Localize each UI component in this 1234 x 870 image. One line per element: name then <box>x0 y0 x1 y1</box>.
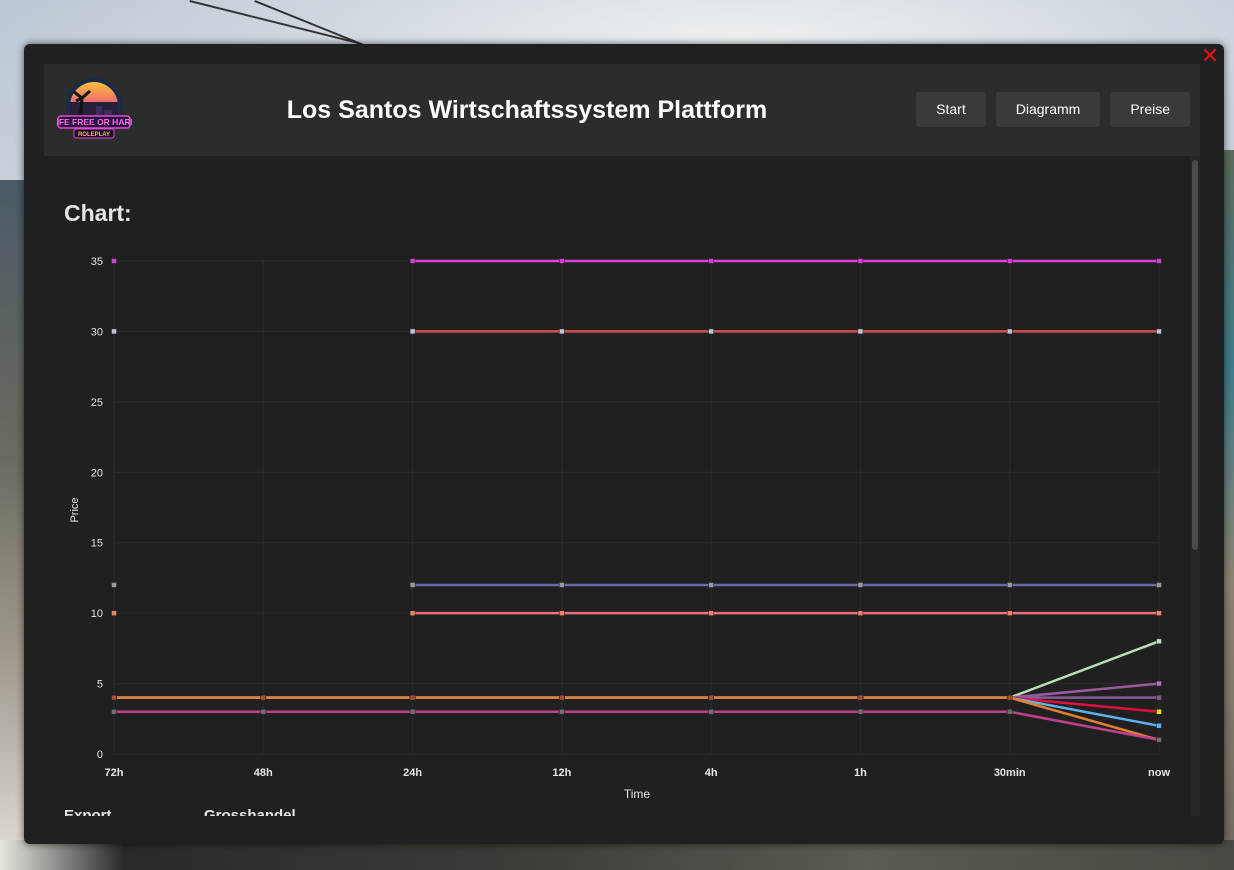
data-point <box>409 258 416 264</box>
data-point <box>1156 582 1162 588</box>
nav-preise-button[interactable]: Preise <box>1110 92 1190 127</box>
data-point <box>111 610 117 616</box>
x-tick-label: 24h <box>403 767 422 779</box>
x-tick-label: now <box>1148 767 1170 779</box>
data-point <box>1006 610 1013 616</box>
data-point <box>409 694 416 701</box>
data-point <box>1156 638 1162 645</box>
data-point <box>1156 610 1162 616</box>
data-point <box>1006 708 1013 715</box>
y-tick-label: 30 <box>91 326 103 338</box>
price-chart: 05101520253035 72h 48h 24h 12h 4h 1h 30min now … <box>69 256 1171 801</box>
data-point <box>708 694 714 701</box>
data-point <box>708 708 714 715</box>
data-point <box>857 258 864 264</box>
data-point <box>559 328 565 335</box>
series-line <box>114 682 1160 699</box>
data-point <box>1156 680 1162 687</box>
data-point <box>111 708 117 715</box>
x-axis-label: Time <box>624 787 651 801</box>
y-tick-label: 10 <box>91 608 103 620</box>
data-point <box>857 694 864 701</box>
data-point <box>559 582 565 588</box>
y-tick-label: 25 <box>91 397 103 409</box>
y-axis: 0 5 10 15 20 25 30 35 <box>91 256 103 761</box>
data-point <box>1156 328 1162 335</box>
close-icon[interactable]: ✕ <box>1200 45 1220 67</box>
page-title: Los Santos Wirtschaftssystem Plattform <box>286 95 768 124</box>
data-point <box>1006 694 1013 701</box>
scrollbar[interactable] <box>1190 156 1200 816</box>
data-point <box>111 582 117 588</box>
data-point <box>857 610 864 616</box>
data-point <box>1156 723 1162 729</box>
data-point <box>559 708 565 715</box>
grosshandel-heading: Grosshandel <box>204 807 296 816</box>
background-bottom <box>0 840 1234 870</box>
x-tick-label: 72h <box>105 767 124 779</box>
y-tick-label: 35 <box>91 256 103 268</box>
data-point <box>559 694 565 701</box>
x-tick-label: 4h <box>705 767 718 779</box>
x-tick-label: 12h <box>552 767 571 779</box>
data-point <box>1156 708 1162 715</box>
series-line <box>114 640 1160 699</box>
series-line <box>114 696 1160 742</box>
data-point <box>559 610 565 616</box>
data-point <box>857 582 864 588</box>
nav-bar: Start Diagramm Preise <box>916 92 1190 127</box>
x-tick-label: 30min <box>994 767 1026 779</box>
series-line <box>114 696 1160 713</box>
header: LIFE FREE OR HARD ROLEPLAY Los Santos Wi… <box>44 64 1200 156</box>
data-point <box>111 694 117 701</box>
data-point <box>1006 582 1013 588</box>
data-point <box>1156 737 1162 743</box>
data-point <box>857 328 864 335</box>
x-tick-label: 1h <box>854 767 867 779</box>
scrollbar-thumb[interactable] <box>1192 160 1198 550</box>
data-point <box>260 694 267 701</box>
app-window: LIFE FREE OR HARD ROLEPLAY Los Santos Wi… <box>24 44 1224 844</box>
main-content: Chart: 0 5 10 15 20 25 30 35 72h 48h 24h 12h 4h 1h 30… <box>44 156 1194 816</box>
data-point <box>409 708 416 715</box>
data-point <box>559 258 565 264</box>
export-heading: Export <box>64 807 112 816</box>
x-axis: 72h 48h 24h 12h 4h 1h 30min now <box>105 767 1171 779</box>
x-tick-label: 48h <box>254 767 273 779</box>
data-point <box>409 582 416 588</box>
data-point <box>708 258 714 264</box>
data-point <box>111 258 117 264</box>
data-point <box>1006 328 1013 335</box>
chart-grid <box>113 260 1160 755</box>
chart-lines <box>114 259 1160 742</box>
data-point <box>409 610 416 616</box>
data-point <box>857 708 864 715</box>
data-point <box>111 328 117 335</box>
y-tick-label: 0 <box>97 749 103 761</box>
data-point <box>409 328 416 335</box>
y-tick-label: 20 <box>91 467 103 479</box>
nav-start-button[interactable]: Start <box>916 92 986 127</box>
y-tick-label: 15 <box>91 538 103 550</box>
data-point <box>1156 694 1162 701</box>
data-point <box>1156 258 1162 264</box>
data-point <box>1006 258 1013 264</box>
data-point <box>708 328 714 335</box>
data-point <box>708 610 714 616</box>
series-line <box>114 710 1160 742</box>
data-point <box>708 582 714 588</box>
y-tick-label: 5 <box>97 679 103 691</box>
nav-diagramm-button[interactable]: Diagramm <box>995 92 1101 127</box>
data-point <box>260 708 267 715</box>
y-axis-label: Price <box>69 497 81 522</box>
